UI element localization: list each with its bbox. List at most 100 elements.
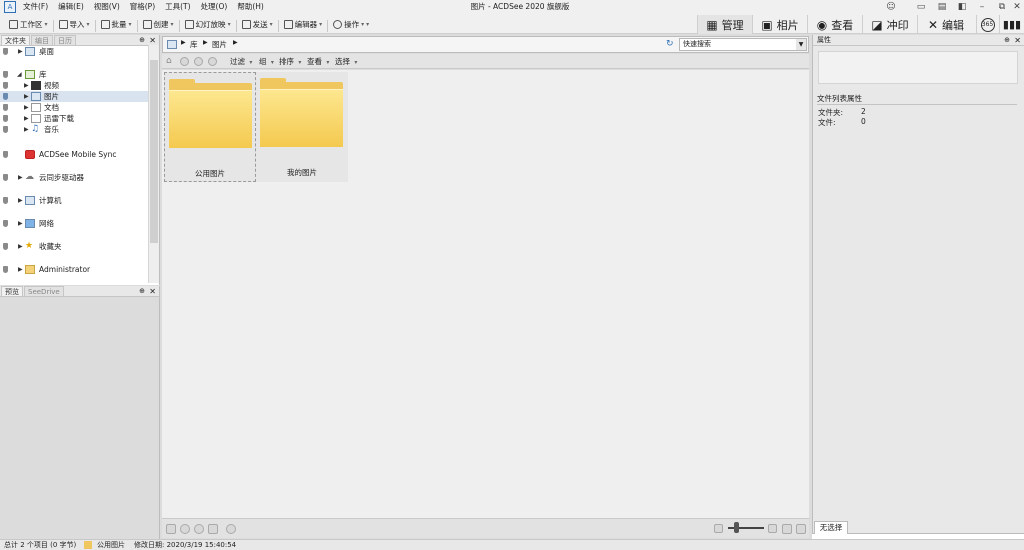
breadcrumb-arrow-icon[interactable]: ▶	[181, 39, 186, 46]
tree-item-mobile-sync[interactable]: ACDSee Mobile Sync	[0, 149, 148, 160]
panel-close-icon[interactable]: ✕	[1014, 35, 1021, 46]
menu-minimize-icon[interactable]: –	[975, 0, 989, 14]
workspace-button[interactable]: 工作区 ▾	[6, 14, 51, 34]
pin-icon[interactable]: ⊕	[139, 286, 145, 297]
mode-tab-edit[interactable]: ✕ 编辑	[917, 15, 974, 34]
rotate-left-icon[interactable]	[166, 524, 176, 534]
folder-scroll-thumb[interactable]	[150, 60, 158, 243]
tree-item-music[interactable]: ▶ ♫ 音乐	[0, 124, 148, 135]
play-icon[interactable]	[226, 524, 236, 534]
pin-icon[interactable]: ⊕	[139, 35, 145, 46]
expand-arrow-icon[interactable]: ▶	[18, 241, 23, 252]
thumbnail-view-icon[interactable]	[782, 524, 792, 534]
mode-tab-develop[interactable]: ◪ 冲印	[862, 15, 917, 34]
tree-item-library[interactable]: ◢ 库	[0, 69, 148, 80]
tree-item-computer[interactable]: ▶ 计算机	[0, 195, 148, 206]
tab-calendar[interactable]: 日历	[54, 35, 76, 45]
menu-view[interactable]: 视图(V)	[89, 0, 125, 14]
folder-item-public-pictures[interactable]: 公用图片	[164, 72, 256, 182]
up-icon[interactable]	[208, 57, 217, 66]
breadcrumb-arrow-icon[interactable]: ▶	[233, 39, 238, 46]
menu-process[interactable]: 处理(O)	[196, 0, 233, 14]
batch-button[interactable]: 批量 ▾	[98, 14, 135, 34]
tree-item-administrator[interactable]: ▶ Administrator	[0, 264, 148, 275]
collapse-arrow-icon[interactable]: ◢	[17, 69, 22, 80]
expand-arrow-icon[interactable]: ▶	[24, 91, 29, 102]
panel-icon[interactable]: ◧	[955, 0, 969, 14]
breadcrumb-pictures[interactable]: 图片	[212, 39, 227, 50]
expand-arrow-icon[interactable]: ▶	[24, 124, 29, 135]
mode-tab-view[interactable]: ◉ 查看	[807, 15, 862, 34]
select-menu[interactable]: 选择 ▾	[335, 54, 357, 70]
back-icon[interactable]	[180, 57, 189, 66]
expand-arrow-icon[interactable]: ▶	[18, 46, 23, 57]
home-icon[interactable]: ⌂	[166, 57, 175, 66]
pin-icon[interactable]: ⊕	[1004, 35, 1010, 46]
app-icon[interactable]: A	[4, 1, 16, 13]
close-icon[interactable]: ✕	[1010, 0, 1024, 14]
mode-tab-dashboard[interactable]: ▮▮▮	[999, 15, 1024, 34]
tree-item-network[interactable]: ▶ 网络	[0, 218, 148, 229]
mode-tab-photos[interactable]: ▣ 相片	[752, 15, 807, 34]
create-button[interactable]: 创建 ▾	[140, 14, 177, 34]
zoom-out-icon[interactable]	[714, 524, 723, 533]
layout-icon[interactable]: ▤	[935, 0, 949, 14]
tab-no-selection[interactable]: 无选择	[814, 521, 848, 534]
view-menu[interactable]: 查看 ▾	[307, 54, 329, 70]
quick-search-input[interactable]: 快速搜索	[679, 38, 807, 51]
group-menu[interactable]: 组 ▾	[259, 54, 274, 70]
checkbox-icon	[3, 82, 8, 89]
expand-arrow-icon[interactable]: ▶	[18, 195, 23, 206]
tree-item-documents[interactable]: ▶ 文档	[0, 102, 148, 113]
import-button[interactable]: 导入 ▾	[56, 14, 93, 34]
breadcrumb-arrow-icon[interactable]: ▶	[203, 39, 208, 46]
restore-icon[interactable]: ⧉	[995, 0, 1009, 14]
mode-tab-manage[interactable]: ▦ 管理	[697, 15, 752, 34]
action-button[interactable]: 操作 ▾ ▾	[330, 14, 372, 34]
undo-icon[interactable]	[180, 524, 190, 534]
tree-item-favorites[interactable]: ▶ ★ 收藏夹	[0, 241, 148, 252]
tree-item-desktop[interactable]: ▶ 桌面	[0, 46, 148, 57]
user-icon[interactable]: ☺	[884, 0, 898, 14]
tab-folders[interactable]: 文件夹	[1, 35, 30, 45]
tab-seedrive[interactable]: SeeDrive	[24, 286, 64, 296]
refresh-icon[interactable]: ↻	[666, 39, 674, 49]
expand-arrow-icon[interactable]: ▶	[18, 172, 23, 183]
tree-item-cloud-drive[interactable]: ▶ ☁ 云同步驱动器	[0, 172, 148, 183]
breadcrumb-library[interactable]: 库	[190, 39, 198, 50]
expand-arrow-icon[interactable]: ▶	[24, 80, 29, 91]
send-label: 发送	[252, 19, 268, 29]
search-dropdown-icon[interactable]: ▼	[796, 39, 806, 50]
edit-tools-icon: ✕	[927, 17, 939, 32]
slideshow-button[interactable]: 幻灯放映 ▾	[182, 14, 234, 34]
expand-arrow-icon[interactable]: ▶	[18, 218, 23, 229]
menu-file[interactable]: 文件(F)	[18, 0, 53, 14]
filter-menu[interactable]: 过滤 ▾	[230, 54, 252, 70]
user-folder-icon	[25, 265, 35, 274]
tab-catalog[interactable]: 编目	[31, 35, 53, 45]
expand-arrow-icon[interactable]: ▶	[18, 264, 23, 275]
tree-item-pictures[interactable]: ▶ 图片	[0, 91, 148, 102]
folder-item-my-pictures[interactable]: 我的图片	[256, 72, 348, 182]
minimize-icon[interactable]: ▭	[914, 0, 928, 14]
mode-tab-365[interactable]: 365	[976, 15, 998, 34]
panel-close-icon[interactable]: ✕	[149, 286, 156, 297]
menu-edit[interactable]: 编辑(E)	[53, 0, 89, 14]
menu-pane[interactable]: 窗格(P)	[125, 0, 160, 14]
send-button[interactable]: 发送 ▾	[239, 14, 276, 34]
redo-icon[interactable]	[194, 524, 204, 534]
sort-menu[interactable]: 排序 ▾	[279, 54, 301, 70]
zoom-slider-handle[interactable]	[734, 522, 739, 533]
zoom-in-icon[interactable]	[768, 524, 777, 533]
stop-icon[interactable]	[208, 524, 218, 534]
tree-item-thunder-downloads[interactable]: ▶ 迅雷下载	[0, 113, 148, 124]
tab-preview[interactable]: 预览	[1, 286, 23, 296]
forward-icon[interactable]	[194, 57, 203, 66]
menu-help[interactable]: 帮助(H)	[232, 0, 269, 14]
expand-arrow-icon[interactable]: ▶	[24, 113, 29, 124]
expand-arrow-icon[interactable]: ▶	[24, 102, 29, 113]
details-view-icon[interactable]	[796, 524, 806, 534]
tree-item-videos[interactable]: ▶ 视频	[0, 80, 148, 91]
menu-tools[interactable]: 工具(T)	[160, 0, 195, 14]
editor-button[interactable]: 编辑器 ▾	[281, 14, 326, 34]
